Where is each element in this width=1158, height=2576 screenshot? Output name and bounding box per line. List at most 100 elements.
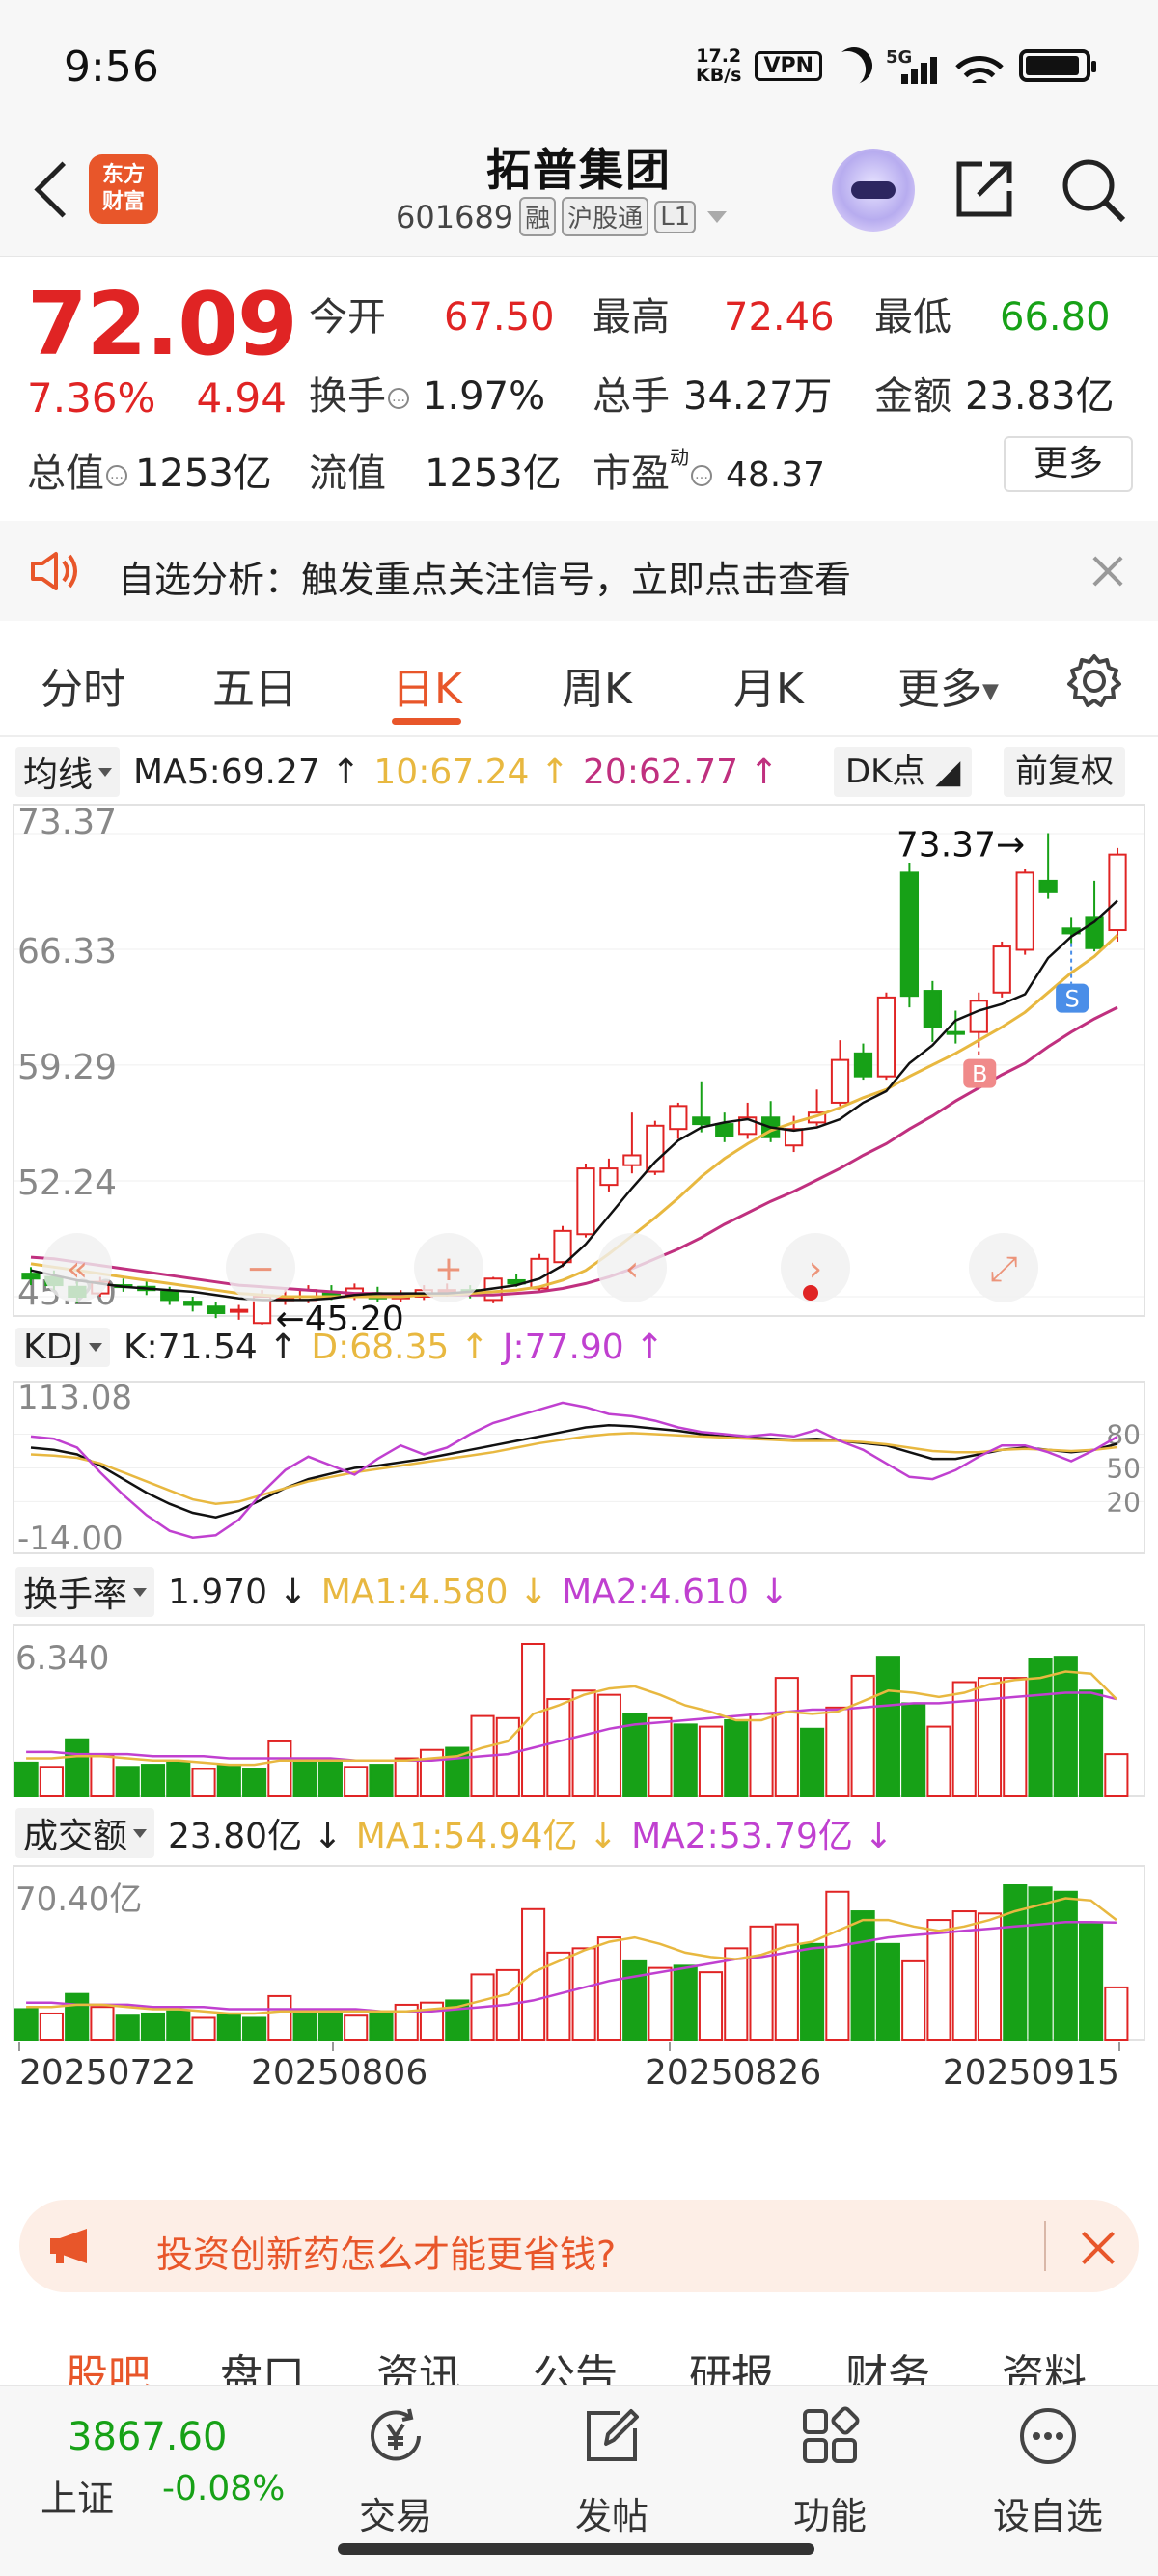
dk-point-toggle[interactable]: DK点 ◢: [834, 747, 973, 797]
trade-button[interactable]: 交易: [328, 2405, 463, 2539]
amount-bar: [977, 1912, 1003, 2041]
amount-bar: [344, 2014, 369, 2042]
tab-monthly-k[interactable]: 月K: [733, 654, 804, 716]
alert-text: 自选分析：触发重点关注信号，立即点击查看: [118, 559, 852, 601]
battery-icon: [1019, 49, 1096, 82]
kdj-right-tick: 20: [1106, 1486, 1141, 1518]
market-cap[interactable]: 总值… 1253亿: [27, 442, 272, 498]
tab-news[interactable]: 资讯: [376, 2341, 461, 2385]
amount-ma1: MA1:54.94亿 ↓: [355, 1817, 619, 1856]
turnover-bar: [191, 1768, 216, 1797]
more-quote-button[interactable]: 更多: [1004, 436, 1133, 492]
tab-weekly-k[interactable]: 周K: [562, 654, 632, 716]
amount-bar: [850, 1910, 875, 2041]
share-icon[interactable]: [953, 158, 1015, 220]
ai-assistant-icon[interactable]: [832, 149, 915, 232]
kdj-legend: KDJ K:71.54 ↑ D:68.35 ↑ J:77.90 ↑: [15, 1328, 664, 1367]
candle-up: [553, 1229, 572, 1264]
amount-bar: [571, 1947, 596, 2042]
turnover-bar: [850, 1674, 875, 1798]
turnover-bar: [242, 1768, 267, 1797]
sell-marker-label: S: [1064, 986, 1079, 1013]
turnover-bar: [825, 1706, 850, 1797]
pe-ratio[interactable]: 市盈动… 48.37: [593, 442, 825, 498]
turnover-bar: [369, 1764, 394, 1798]
watchlist-alert[interactable]: 自选分析：触发重点关注信号，立即点击查看: [0, 521, 1158, 621]
tab-intraday[interactable]: 分时: [41, 654, 125, 716]
chart-control-icon: ⤢: [990, 1249, 1018, 1289]
candle-up: [876, 996, 896, 1078]
open-price: 今开 67.50: [309, 295, 555, 340]
tab-forum[interactable]: 股吧: [66, 2341, 151, 2385]
home-indicator[interactable]: [338, 2543, 814, 2555]
candle-down: [692, 1116, 711, 1126]
tab-order-book[interactable]: 盘口: [220, 2341, 305, 2385]
info-icon: …: [106, 465, 127, 486]
turnover-bar: [724, 1719, 749, 1797]
tab-five-day[interactable]: 五日: [212, 654, 297, 716]
price-change: 7.36% 4.94: [27, 374, 287, 422]
amount-bar: [926, 1919, 951, 2042]
period-tabs: 分时 五日 日K 周K 月K 更多▼: [0, 627, 1158, 737]
max-price-label: 73.37→: [896, 825, 1025, 864]
turnover-bar: [951, 1681, 977, 1797]
do-not-disturb-icon: [829, 41, 879, 91]
tab-financials[interactable]: 财务: [845, 2341, 930, 2385]
yen-icon: [371, 2408, 421, 2461]
candle-up: [646, 1124, 665, 1173]
tab-announcements[interactable]: 公告: [533, 2341, 618, 2385]
kdj-selector[interactable]: KDJ: [15, 1328, 110, 1367]
amount-selector[interactable]: 成交额: [15, 1808, 155, 1858]
turnover-tick: 6.340: [15, 1639, 109, 1678]
status-bar: 9:56 17.2 KB/s VPN 5G: [0, 0, 1158, 135]
info-icon: …: [691, 465, 712, 486]
ma20-line: [30, 1005, 1118, 1297]
amount-bar: [267, 1994, 292, 2041]
candle-down: [183, 1301, 203, 1306]
turnover-bar: [317, 1759, 343, 1798]
ma-selector[interactable]: 均线: [15, 747, 121, 797]
tab-daily-k[interactable]: 日K: [392, 654, 462, 716]
tag-margin: 融: [519, 197, 557, 236]
chart-area[interactable]: 73.3766.3359.2952.2445.2073.37→←45.20BS«…: [0, 737, 1158, 2126]
amount-bar: [901, 1959, 926, 2042]
post-button[interactable]: 发帖: [544, 2405, 679, 2539]
amount-bar: [774, 1923, 799, 2041]
amount-bar: [39, 2012, 64, 2042]
candle-up: [229, 1308, 249, 1313]
close-icon[interactable]: [1090, 554, 1125, 589]
stock-code-row[interactable]: 601689 融 沪股通 L1: [396, 197, 728, 236]
functions-button[interactable]: 功能: [762, 2405, 897, 2539]
kdj-tick-top: 113.08: [17, 1379, 132, 1417]
turnover-bar: [166, 1761, 191, 1798]
amount-bar: [369, 2012, 394, 2042]
candle-up: [969, 1000, 988, 1033]
close-icon[interactable]: [1079, 2229, 1117, 2267]
turnover-selector[interactable]: 换手率: [15, 1567, 155, 1617]
add-watchlist-button[interactable]: 设自选: [980, 2405, 1116, 2539]
tab-research[interactable]: 研报: [689, 2341, 774, 2385]
kdj-j-line: [30, 1401, 1118, 1539]
turnover-rate[interactable]: 换手… 1.97%: [309, 365, 545, 421]
tab-more[interactable]: 更多▼: [897, 654, 999, 716]
turnover-bar: [901, 1702, 926, 1798]
promo-banner[interactable]: 投资创新药怎么才能更省钱?: [19, 2200, 1139, 2292]
amount-value: 23.80亿 ↓: [168, 1817, 343, 1856]
kdj-d-value: D:68.35 ↑: [311, 1328, 489, 1367]
candle-up: [576, 1167, 595, 1236]
search-icon[interactable]: [1060, 156, 1127, 224]
y-tick-label: 59.29: [17, 1048, 117, 1087]
amount-bar: [317, 2010, 343, 2041]
kdj-j-value: J:77.90 ↑: [502, 1328, 665, 1367]
tab-profile[interactable]: 资料: [1002, 2341, 1087, 2385]
y-tick-label: 73.37: [17, 803, 117, 842]
amount-bar: [90, 2006, 115, 2041]
turnover-bar: [749, 1713, 774, 1798]
settings-gear-icon[interactable]: [1065, 652, 1123, 710]
amount-bar: [140, 2012, 166, 2042]
price-adjust-toggle[interactable]: 前复权: [1004, 747, 1125, 797]
candle-up: [599, 1167, 619, 1187]
stock-code: 601689: [396, 198, 514, 235]
turnover-bar: [673, 1723, 698, 1798]
kline-chart[interactable]: 73.3766.3359.2952.2445.2073.37→←45.20BS«…: [0, 737, 1158, 2126]
